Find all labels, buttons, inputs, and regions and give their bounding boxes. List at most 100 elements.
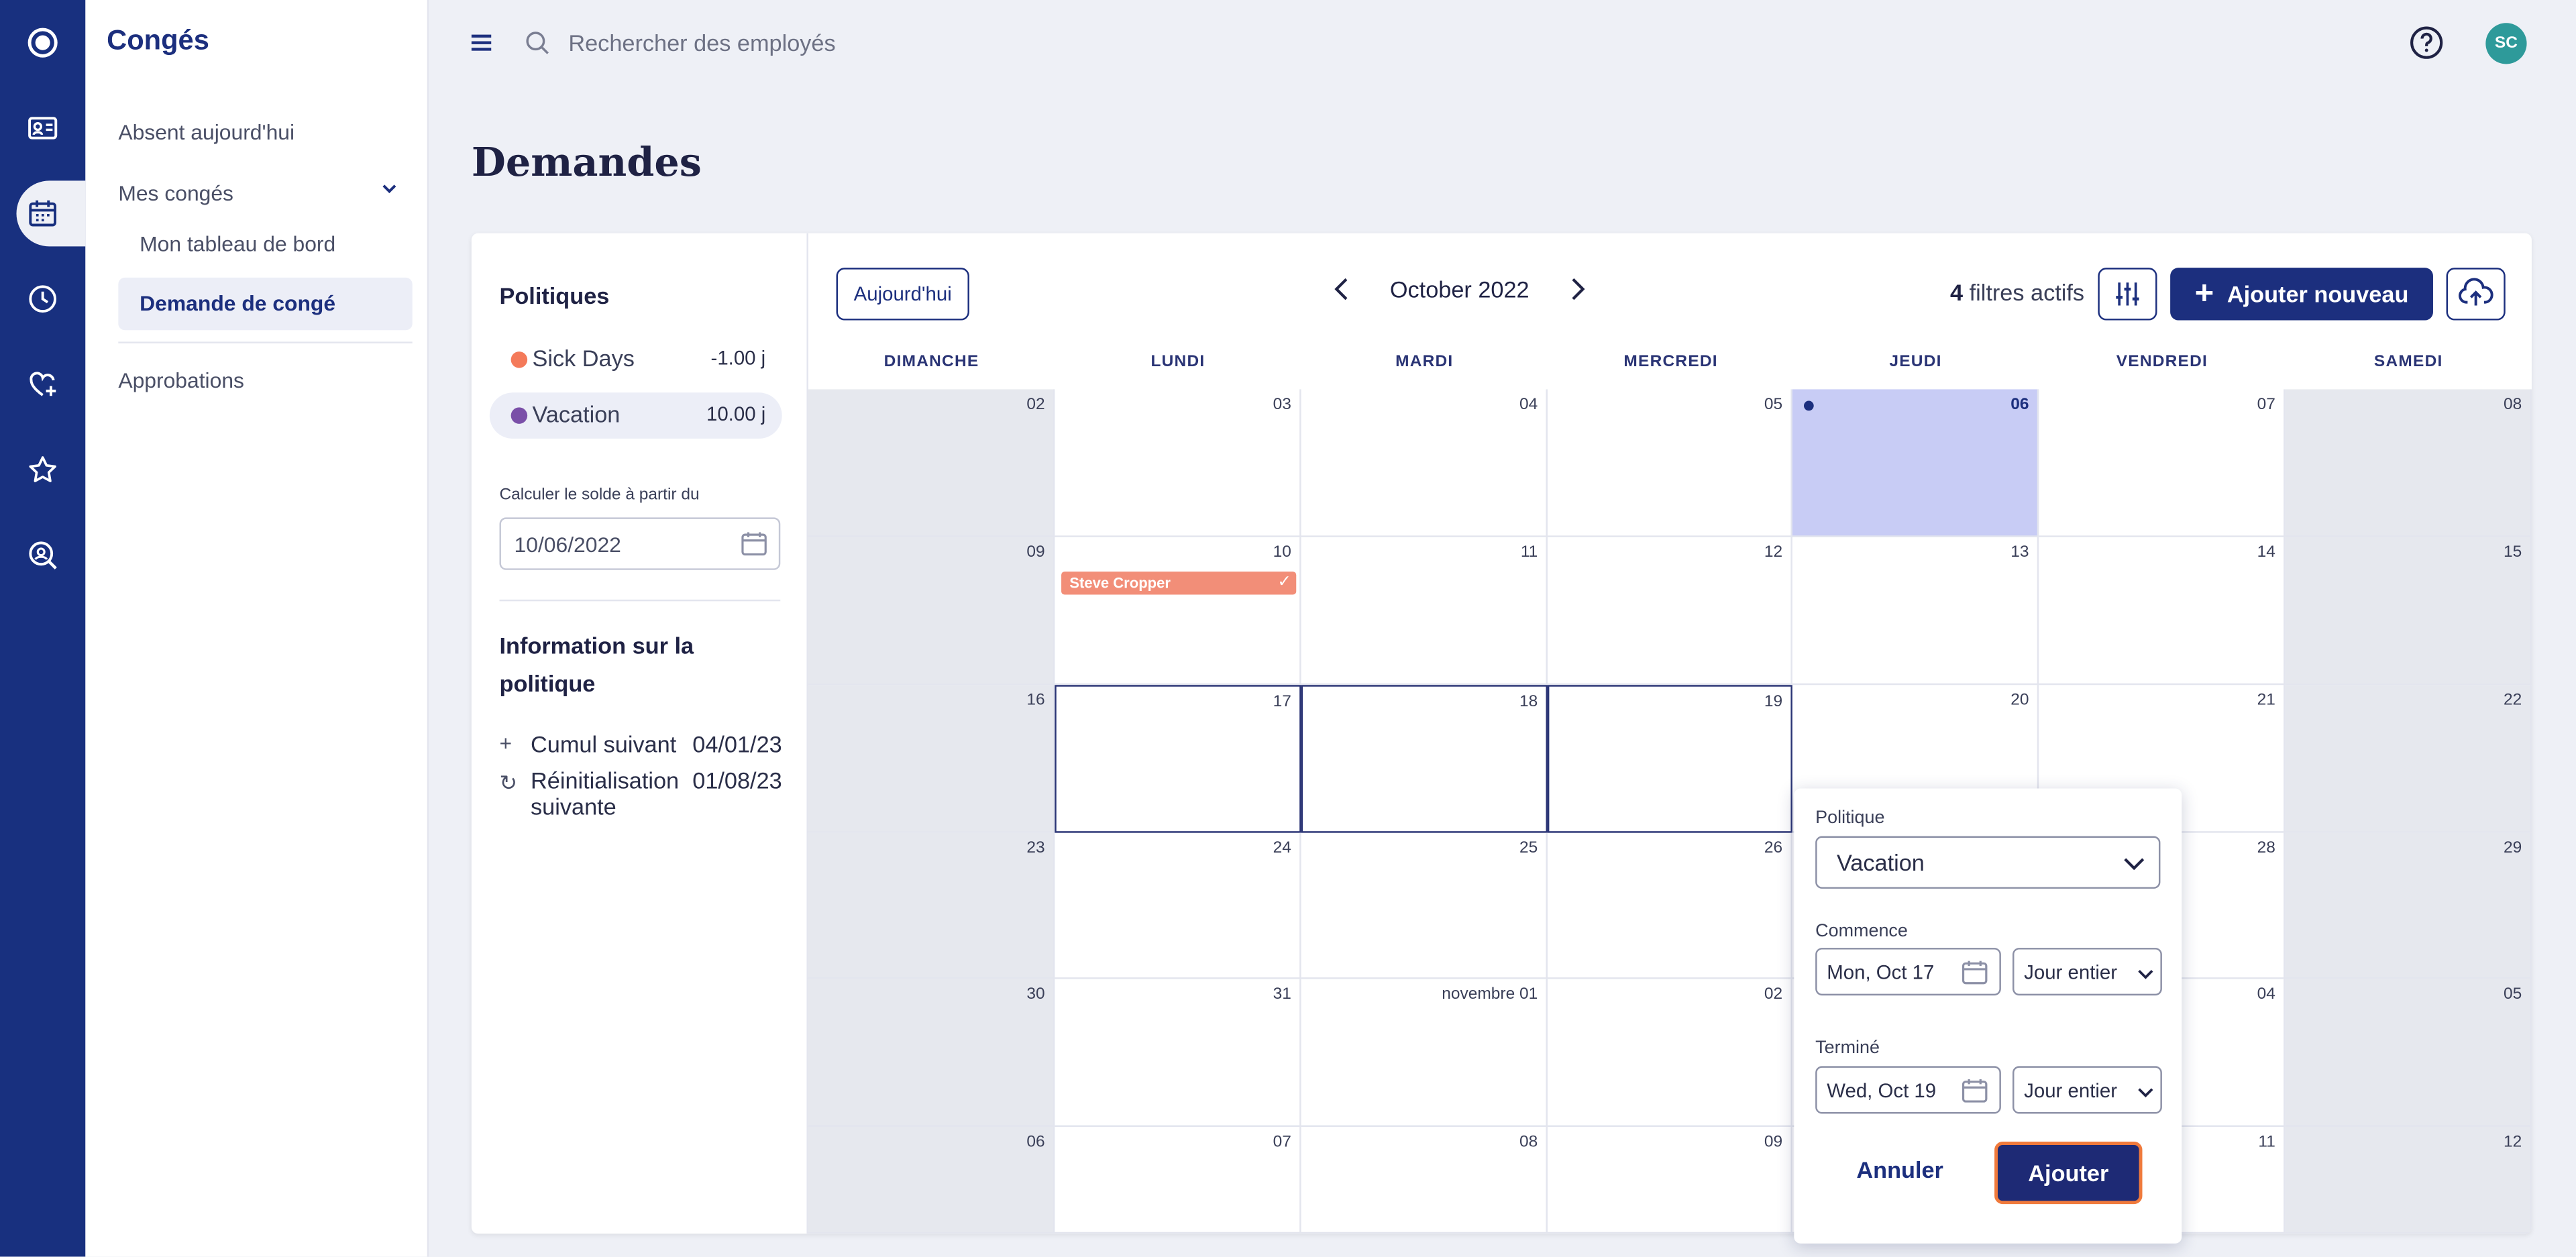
calendar-day-cell[interactable]: 02: [808, 389, 1055, 537]
calendar-day-cell[interactable]: 24: [1055, 832, 1301, 979]
upload-button[interactable]: [2446, 268, 2506, 321]
policy-color-dot: [511, 351, 528, 368]
day-number: 23: [1026, 839, 1045, 858]
start-duration-select[interactable]: Jour entier: [2012, 948, 2162, 996]
policy-balance: -1.00 j: [710, 346, 766, 370]
start-date-value: Mon, Oct 17: [1827, 961, 1935, 984]
calendar-day-cell[interactable]: 10 Steve Cropper ✓: [1055, 537, 1301, 686]
calendar-day-cell[interactable]: 13: [1792, 537, 2039, 686]
chevron-down-icon: [2124, 858, 2145, 871]
policy-color-dot: [511, 407, 528, 424]
calendar-day-cell[interactable]: 17: [1055, 685, 1301, 833]
sidebar-item-dashboard[interactable]: Mon tableau de bord: [118, 219, 412, 271]
plus-icon: +: [499, 730, 513, 756]
calendar-day-cell[interactable]: 22: [2285, 685, 2532, 833]
calendar-icon[interactable]: [16, 180, 86, 247]
calendar-day-cell[interactable]: 25: [1301, 832, 1548, 979]
day-number: 06: [1026, 1133, 1045, 1152]
logo-circle-icon[interactable]: [0, 10, 85, 76]
policy-select[interactable]: Vacation: [1815, 836, 2161, 889]
day-number: 13: [2010, 543, 2029, 562]
avatar[interactable]: SC: [2485, 23, 2527, 64]
calendar-day-cell[interactable]: 06: [808, 1127, 1055, 1234]
sidebar-item-approvals[interactable]: Approbations: [118, 368, 244, 393]
calendar-day-cell[interactable]: 18: [1301, 685, 1548, 833]
calendar-icon[interactable]: [1960, 1076, 1990, 1105]
calendar-day-cell[interactable]: 05: [1547, 389, 1792, 537]
id-card-icon[interactable]: [0, 95, 85, 161]
calendar-day-cell[interactable]: 26: [1547, 832, 1792, 979]
day-number: 05: [1764, 396, 1783, 415]
calendar-day-cell[interactable]: 02: [1547, 979, 1792, 1128]
day-number: 12: [1764, 543, 1783, 562]
calendar-day-cell[interactable]: 14: [2039, 537, 2286, 686]
calendar-day-cell[interactable]: 12: [2285, 1127, 2532, 1234]
calendar-day-cell[interactable]: 05: [2285, 979, 2532, 1128]
start-date-field[interactable]: Mon, Oct 17: [1815, 948, 2001, 996]
day-number: 21: [2257, 692, 2275, 710]
calendar-day-cell[interactable]: 12: [1547, 537, 1792, 686]
icon-rail: [0, 0, 86, 1257]
search-input[interactable]: [568, 26, 1226, 60]
calendar-day-cell[interactable]: 03: [1055, 389, 1301, 537]
sidebar-divider: [118, 341, 413, 343]
calendar-day-cell[interactable]: 07: [2039, 389, 2286, 537]
sidebar-item-leave-request[interactable]: Demande de congé: [118, 277, 413, 331]
calendar-day-cell[interactable]: 29: [2285, 832, 2532, 979]
policy-item-sick-days[interactable]: Sick Days -1.00 j: [490, 337, 782, 383]
calendar-day-cell[interactable]: 08: [2285, 389, 2532, 537]
calc-date-field[interactable]: 10/06/2022: [499, 517, 781, 570]
day-number: 25: [1519, 839, 1538, 858]
sidebar-item-absent-today[interactable]: Absent aujourd'hui: [118, 120, 294, 145]
filter-button[interactable]: [2098, 268, 2157, 321]
calendar-day-cell[interactable]: 16: [808, 685, 1055, 833]
calendar-day-cell[interactable]: 09: [808, 537, 1055, 686]
policy-item-vacation[interactable]: Vacation 10.00 j: [489, 392, 782, 439]
calendar-icon[interactable]: [1960, 958, 1990, 987]
chevron-left-icon[interactable]: [1329, 276, 1355, 302]
policies-panel: Politiques Sick Days -1.00 j Vacation 10…: [472, 233, 808, 1234]
person-search-icon[interactable]: [0, 523, 85, 588]
calendar-grid: 02 03 04 05 06 07 08 09 10 Steve Cropper ✓ 11 12 13 14…: [808, 389, 2532, 1234]
clock-icon[interactable]: [0, 266, 85, 332]
calendar-day-cell[interactable]: 11: [1301, 537, 1548, 686]
day-number: 08: [1519, 1133, 1538, 1152]
calendar-day-cell[interactable]: 04: [1301, 389, 1548, 537]
sidebar-item-my-leave[interactable]: Mes congés: [118, 180, 233, 205]
calendar-day-cell[interactable]: 09: [1547, 1127, 1792, 1234]
today-button[interactable]: Aujourd'hui: [836, 268, 969, 321]
calendar-day-cell[interactable]: 31: [1055, 979, 1301, 1128]
day-number: 10: [1273, 543, 1291, 562]
calendar-day-cell[interactable]: 30: [808, 979, 1055, 1128]
day-number: 29: [2503, 839, 2522, 858]
add-button[interactable]: Ajouter: [1994, 1142, 2143, 1205]
hamburger-menu-icon[interactable]: [470, 32, 492, 54]
calendar-day-cell[interactable]: 23: [808, 832, 1055, 979]
calendar-day-cell[interactable]: 08: [1301, 1127, 1548, 1234]
calendar-day-cell[interactable]: 07: [1055, 1127, 1301, 1234]
leave-event[interactable]: Steve Cropper ✓: [1061, 571, 1297, 595]
day-number: 02: [1764, 985, 1783, 1004]
end-date-field[interactable]: Wed, Oct 19: [1815, 1066, 2001, 1114]
policy-name: Vacation: [532, 400, 621, 427]
calendar-day-cell[interactable]: novembre 01: [1301, 979, 1548, 1128]
day-number: 07: [1273, 1133, 1291, 1152]
calendar-day-cell[interactable]: 06: [1792, 389, 2039, 537]
help-icon[interactable]: [2408, 25, 2445, 61]
calendar-icon[interactable]: [739, 529, 769, 559]
filters-count: 4: [1949, 279, 1964, 306]
calendar-day-cell[interactable]: 15: [2285, 537, 2532, 686]
end-duration-select[interactable]: Jour entier: [2012, 1066, 2162, 1114]
star-icon[interactable]: [0, 437, 85, 502]
filters-label: filtres actifs: [1969, 279, 2085, 306]
cancel-button[interactable]: Annuler: [1856, 1156, 1943, 1183]
chevron-down-icon[interactable]: [381, 180, 397, 197]
day-number: 19: [1764, 693, 1783, 712]
chevron-right-icon[interactable]: [1564, 276, 1590, 302]
day-number: 08: [2503, 396, 2522, 415]
add-new-button[interactable]: + Ajouter nouveau: [2170, 268, 2433, 321]
calendar-day-cell[interactable]: 19: [1547, 685, 1792, 833]
day-number: 04: [1519, 396, 1538, 415]
day-number: novembre 01: [1442, 985, 1538, 1004]
heart-plus-icon[interactable]: [0, 351, 85, 417]
